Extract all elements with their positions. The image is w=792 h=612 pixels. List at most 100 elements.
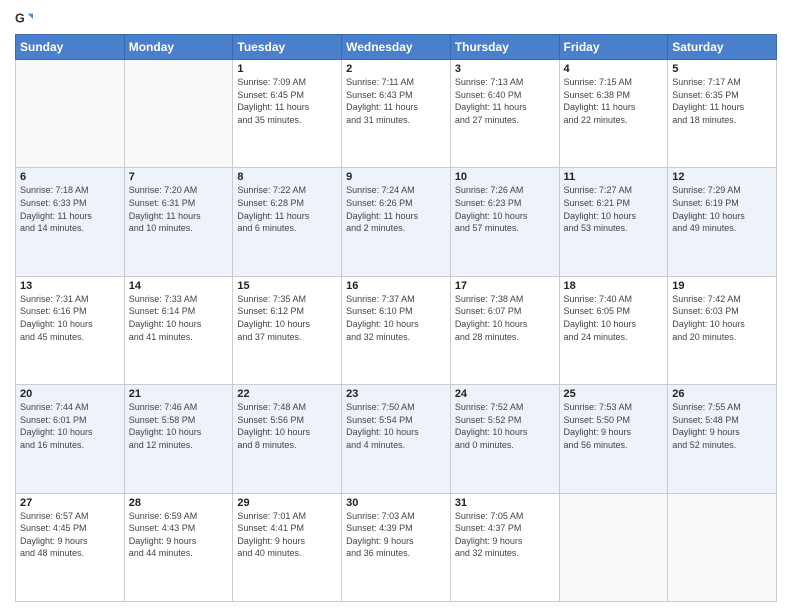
day-number: 1 xyxy=(237,63,337,75)
weekday-header-saturday: Saturday xyxy=(668,35,777,60)
day-number: 13 xyxy=(20,280,120,292)
day-info: Sunrise: 7:55 AM Sunset: 5:48 PM Dayligh… xyxy=(672,401,772,451)
day-info: Sunrise: 7:40 AM Sunset: 6:05 PM Dayligh… xyxy=(564,293,664,343)
day-info: Sunrise: 7:24 AM Sunset: 6:26 PM Dayligh… xyxy=(346,184,446,234)
day-number: 31 xyxy=(455,497,555,509)
calendar-cell xyxy=(668,493,777,601)
weekday-header-row: SundayMondayTuesdayWednesdayThursdayFrid… xyxy=(16,35,777,60)
calendar-cell: 27Sunrise: 6:57 AM Sunset: 4:45 PM Dayli… xyxy=(16,493,125,601)
calendar-cell: 21Sunrise: 7:46 AM Sunset: 5:58 PM Dayli… xyxy=(124,385,233,493)
header: G xyxy=(15,10,777,28)
weekday-header-tuesday: Tuesday xyxy=(233,35,342,60)
day-info: Sunrise: 7:48 AM Sunset: 5:56 PM Dayligh… xyxy=(237,401,337,451)
day-number: 28 xyxy=(129,497,229,509)
day-number: 23 xyxy=(346,388,446,400)
calendar-cell: 25Sunrise: 7:53 AM Sunset: 5:50 PM Dayli… xyxy=(559,385,668,493)
day-info: Sunrise: 7:44 AM Sunset: 6:01 PM Dayligh… xyxy=(20,401,120,451)
calendar-cell: 29Sunrise: 7:01 AM Sunset: 4:41 PM Dayli… xyxy=(233,493,342,601)
day-number: 30 xyxy=(346,497,446,509)
day-info: Sunrise: 7:15 AM Sunset: 6:38 PM Dayligh… xyxy=(564,76,664,126)
calendar-cell: 15Sunrise: 7:35 AM Sunset: 6:12 PM Dayli… xyxy=(233,276,342,384)
calendar-cell: 31Sunrise: 7:05 AM Sunset: 4:37 PM Dayli… xyxy=(450,493,559,601)
day-info: Sunrise: 7:22 AM Sunset: 6:28 PM Dayligh… xyxy=(237,184,337,234)
weekday-header-thursday: Thursday xyxy=(450,35,559,60)
day-number: 4 xyxy=(564,63,664,75)
calendar-cell xyxy=(559,493,668,601)
day-info: Sunrise: 7:42 AM Sunset: 6:03 PM Dayligh… xyxy=(672,293,772,343)
logo: G xyxy=(15,10,35,28)
week-row-5: 27Sunrise: 6:57 AM Sunset: 4:45 PM Dayli… xyxy=(16,493,777,601)
page: G SundayMondayTuesdayWednesdayThursdayFr… xyxy=(0,0,792,612)
day-number: 21 xyxy=(129,388,229,400)
day-number: 19 xyxy=(672,280,772,292)
day-info: Sunrise: 7:29 AM Sunset: 6:19 PM Dayligh… xyxy=(672,184,772,234)
day-number: 26 xyxy=(672,388,772,400)
weekday-header-monday: Monday xyxy=(124,35,233,60)
calendar-cell: 4Sunrise: 7:15 AM Sunset: 6:38 PM Daylig… xyxy=(559,60,668,168)
day-number: 2 xyxy=(346,63,446,75)
day-info: Sunrise: 7:20 AM Sunset: 6:31 PM Dayligh… xyxy=(129,184,229,234)
day-number: 7 xyxy=(129,171,229,183)
calendar-cell: 30Sunrise: 7:03 AM Sunset: 4:39 PM Dayli… xyxy=(342,493,451,601)
day-info: Sunrise: 6:57 AM Sunset: 4:45 PM Dayligh… xyxy=(20,510,120,560)
calendar-cell: 1Sunrise: 7:09 AM Sunset: 6:45 PM Daylig… xyxy=(233,60,342,168)
calendar-cell: 8Sunrise: 7:22 AM Sunset: 6:28 PM Daylig… xyxy=(233,168,342,276)
day-number: 18 xyxy=(564,280,664,292)
day-number: 11 xyxy=(564,171,664,183)
day-number: 12 xyxy=(672,171,772,183)
calendar-cell: 20Sunrise: 7:44 AM Sunset: 6:01 PM Dayli… xyxy=(16,385,125,493)
calendar-cell: 19Sunrise: 7:42 AM Sunset: 6:03 PM Dayli… xyxy=(668,276,777,384)
day-info: Sunrise: 7:13 AM Sunset: 6:40 PM Dayligh… xyxy=(455,76,555,126)
calendar-cell: 28Sunrise: 6:59 AM Sunset: 4:43 PM Dayli… xyxy=(124,493,233,601)
day-number: 14 xyxy=(129,280,229,292)
day-info: Sunrise: 7:27 AM Sunset: 6:21 PM Dayligh… xyxy=(564,184,664,234)
weekday-header-sunday: Sunday xyxy=(16,35,125,60)
calendar-cell: 12Sunrise: 7:29 AM Sunset: 6:19 PM Dayli… xyxy=(668,168,777,276)
calendar-cell: 9Sunrise: 7:24 AM Sunset: 6:26 PM Daylig… xyxy=(342,168,451,276)
day-number: 9 xyxy=(346,171,446,183)
week-row-2: 6Sunrise: 7:18 AM Sunset: 6:33 PM Daylig… xyxy=(16,168,777,276)
calendar-cell: 16Sunrise: 7:37 AM Sunset: 6:10 PM Dayli… xyxy=(342,276,451,384)
calendar-cell: 14Sunrise: 7:33 AM Sunset: 6:14 PM Dayli… xyxy=(124,276,233,384)
calendar-cell: 17Sunrise: 7:38 AM Sunset: 6:07 PM Dayli… xyxy=(450,276,559,384)
week-row-4: 20Sunrise: 7:44 AM Sunset: 6:01 PM Dayli… xyxy=(16,385,777,493)
day-info: Sunrise: 7:09 AM Sunset: 6:45 PM Dayligh… xyxy=(237,76,337,126)
day-number: 29 xyxy=(237,497,337,509)
day-info: Sunrise: 7:33 AM Sunset: 6:14 PM Dayligh… xyxy=(129,293,229,343)
day-number: 10 xyxy=(455,171,555,183)
day-number: 15 xyxy=(237,280,337,292)
week-row-1: 1Sunrise: 7:09 AM Sunset: 6:45 PM Daylig… xyxy=(16,60,777,168)
calendar-cell: 13Sunrise: 7:31 AM Sunset: 6:16 PM Dayli… xyxy=(16,276,125,384)
day-info: Sunrise: 7:46 AM Sunset: 5:58 PM Dayligh… xyxy=(129,401,229,451)
day-info: Sunrise: 7:31 AM Sunset: 6:16 PM Dayligh… xyxy=(20,293,120,343)
day-number: 3 xyxy=(455,63,555,75)
day-info: Sunrise: 7:11 AM Sunset: 6:43 PM Dayligh… xyxy=(346,76,446,126)
calendar-cell: 6Sunrise: 7:18 AM Sunset: 6:33 PM Daylig… xyxy=(16,168,125,276)
day-info: Sunrise: 7:53 AM Sunset: 5:50 PM Dayligh… xyxy=(564,401,664,451)
day-info: Sunrise: 7:38 AM Sunset: 6:07 PM Dayligh… xyxy=(455,293,555,343)
logo-icon: G xyxy=(15,10,33,28)
day-info: Sunrise: 7:50 AM Sunset: 5:54 PM Dayligh… xyxy=(346,401,446,451)
day-number: 22 xyxy=(237,388,337,400)
calendar-cell: 11Sunrise: 7:27 AM Sunset: 6:21 PM Dayli… xyxy=(559,168,668,276)
day-info: Sunrise: 7:37 AM Sunset: 6:10 PM Dayligh… xyxy=(346,293,446,343)
day-number: 24 xyxy=(455,388,555,400)
calendar-cell: 5Sunrise: 7:17 AM Sunset: 6:35 PM Daylig… xyxy=(668,60,777,168)
day-info: Sunrise: 7:01 AM Sunset: 4:41 PM Dayligh… xyxy=(237,510,337,560)
calendar-cell xyxy=(124,60,233,168)
day-info: Sunrise: 6:59 AM Sunset: 4:43 PM Dayligh… xyxy=(129,510,229,560)
day-number: 27 xyxy=(20,497,120,509)
day-number: 25 xyxy=(564,388,664,400)
calendar-cell: 22Sunrise: 7:48 AM Sunset: 5:56 PM Dayli… xyxy=(233,385,342,493)
calendar-cell: 23Sunrise: 7:50 AM Sunset: 5:54 PM Dayli… xyxy=(342,385,451,493)
day-number: 6 xyxy=(20,171,120,183)
day-info: Sunrise: 7:05 AM Sunset: 4:37 PM Dayligh… xyxy=(455,510,555,560)
svg-text:G: G xyxy=(15,12,25,26)
day-info: Sunrise: 7:17 AM Sunset: 6:35 PM Dayligh… xyxy=(672,76,772,126)
calendar-cell xyxy=(16,60,125,168)
week-row-3: 13Sunrise: 7:31 AM Sunset: 6:16 PM Dayli… xyxy=(16,276,777,384)
day-info: Sunrise: 7:03 AM Sunset: 4:39 PM Dayligh… xyxy=(346,510,446,560)
calendar-table: SundayMondayTuesdayWednesdayThursdayFrid… xyxy=(15,34,777,602)
calendar-cell: 26Sunrise: 7:55 AM Sunset: 5:48 PM Dayli… xyxy=(668,385,777,493)
day-number: 20 xyxy=(20,388,120,400)
